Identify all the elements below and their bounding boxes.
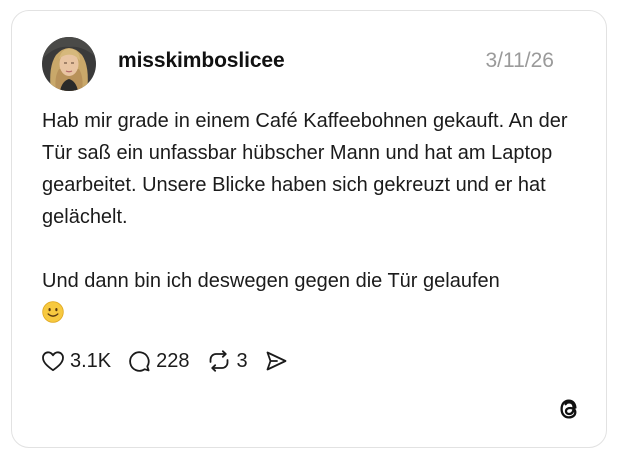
repost-button[interactable]: 3 (206, 349, 248, 373)
avatar[interactable] (42, 37, 96, 91)
avatar-image (42, 37, 96, 91)
repost-icon (206, 349, 232, 373)
share-icon (264, 350, 288, 372)
post-paragraph: Hab mir grade in einem Café Kaffeebohnen… (42, 110, 568, 228)
like-button[interactable]: 3.1K (41, 350, 111, 373)
username[interactable]: misskimboslicee (118, 49, 285, 73)
post-paragraph: Und dann bin ich deswegen gegen die Tür … (42, 265, 582, 329)
action-bar: 3.1K 228 3 (41, 346, 304, 376)
reply-bubble-icon (127, 349, 151, 373)
post-paragraph-text: Und dann bin ich deswegen gegen die Tür … (42, 270, 500, 292)
repost-count: 3 (236, 349, 248, 372)
threads-logo-icon[interactable] (556, 395, 582, 423)
post-body: Hab mir grade in einem Café Kaffeebohnen… (42, 105, 582, 329)
smiling-face-emoji-icon (42, 301, 64, 323)
reply-button[interactable]: 228 (127, 349, 190, 373)
share-button[interactable] (264, 350, 288, 372)
post-card: misskimboslicee 3/11/26 Hab mir grade in… (11, 10, 607, 448)
reply-count: 228 (156, 349, 190, 372)
post-date[interactable]: 3/11/26 (485, 49, 554, 73)
like-count: 3.1K (70, 349, 112, 372)
heart-icon (41, 350, 65, 372)
